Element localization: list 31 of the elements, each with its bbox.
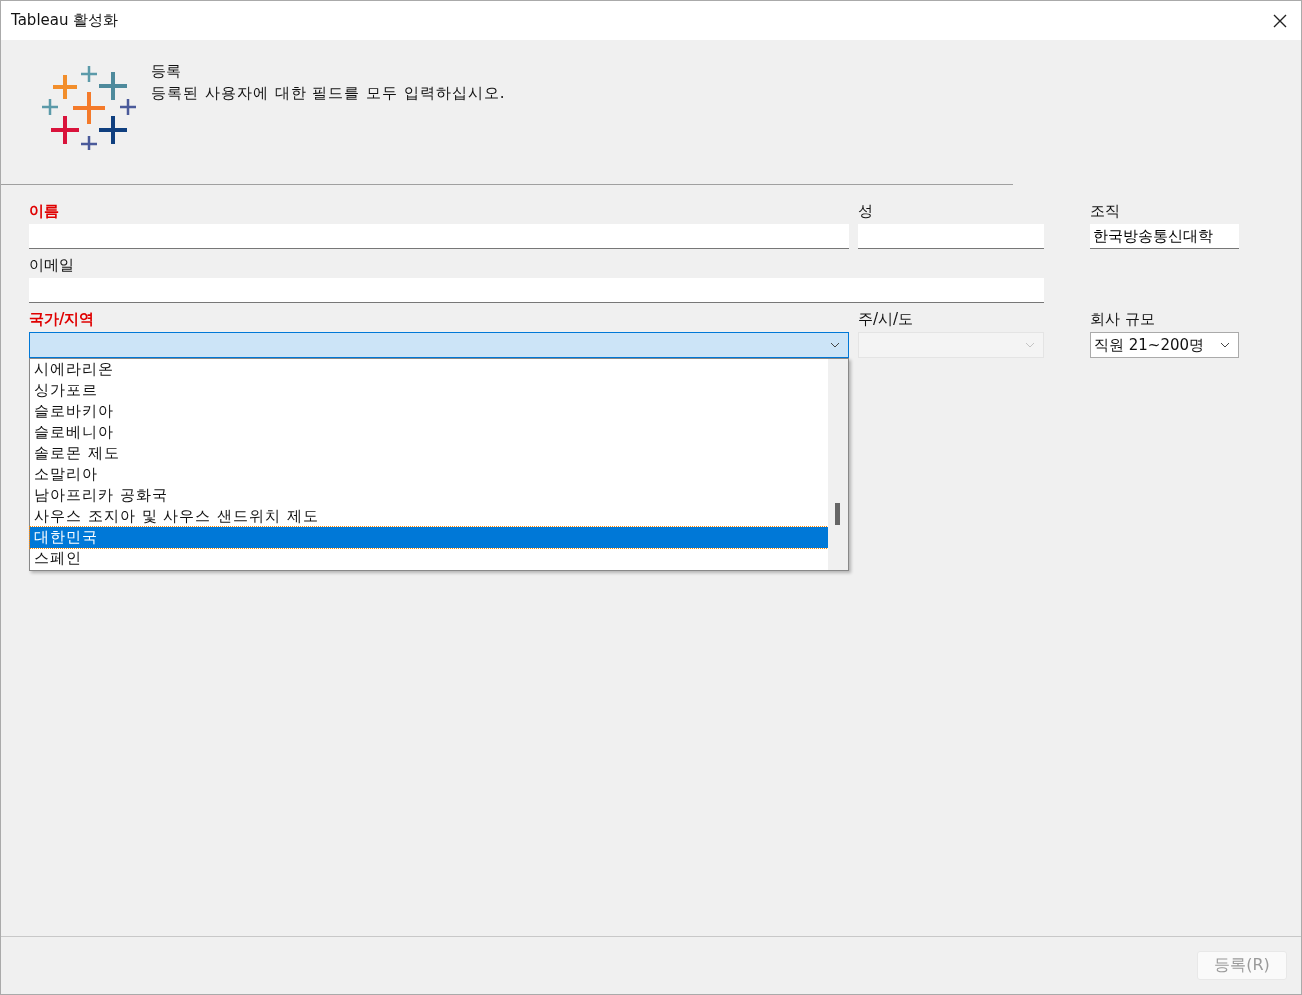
- dropdown-option[interactable]: 솔로몬 제도: [30, 443, 828, 464]
- chevron-down-icon: [1220, 342, 1230, 348]
- dropdown-option[interactable]: 스페인: [30, 548, 828, 569]
- close-icon[interactable]: [1273, 13, 1287, 28]
- header-title: 등록: [151, 61, 182, 82]
- field-label: 이메일: [29, 255, 74, 275]
- dropdown-option[interactable]: 싱가포르: [30, 380, 828, 401]
- dropdown-option[interactable]: 슬로바키아: [30, 401, 828, 422]
- field-label: 이름: [29, 201, 59, 221]
- input-field[interactable]: [29, 224, 849, 249]
- dropdown-option[interactable]: 소말리아: [30, 464, 828, 485]
- chevron-down-icon: [1025, 342, 1035, 348]
- dropdown-option[interactable]: 대한민국: [30, 527, 828, 548]
- input-field[interactable]: [858, 224, 1044, 249]
- dropdown-option[interactable]: 슬로베니아: [30, 422, 828, 443]
- scrollbar-thumb[interactable]: [835, 503, 840, 525]
- header-description: 등록된 사용자에 대한 필드를 모두 입력하십시오.: [151, 83, 506, 104]
- dropdown-option[interactable]: 시에라리온: [30, 359, 828, 380]
- chevron-down-icon: [830, 342, 840, 348]
- field-label: 회사 규모: [1090, 309, 1155, 329]
- dropdown-option[interactable]: 사우스 조지아 및 사우스 샌드위치 제도: [30, 506, 828, 527]
- dropdown-field[interactable]: 직원 21~200명: [1090, 332, 1239, 358]
- field-label: 주/시/도: [858, 309, 914, 329]
- window-title: Tableau 활성화: [11, 11, 119, 30]
- input-field[interactable]: [29, 278, 1044, 303]
- dropdown-option[interactable]: 남아프리카 공화국: [30, 485, 828, 506]
- input-field[interactable]: 한국방송통신대학: [1090, 224, 1239, 249]
- field-label: 국가/지역: [29, 309, 95, 329]
- field-label: 성: [858, 201, 873, 221]
- field-label: 조직: [1090, 201, 1120, 221]
- dropdown-field[interactable]: [29, 332, 849, 358]
